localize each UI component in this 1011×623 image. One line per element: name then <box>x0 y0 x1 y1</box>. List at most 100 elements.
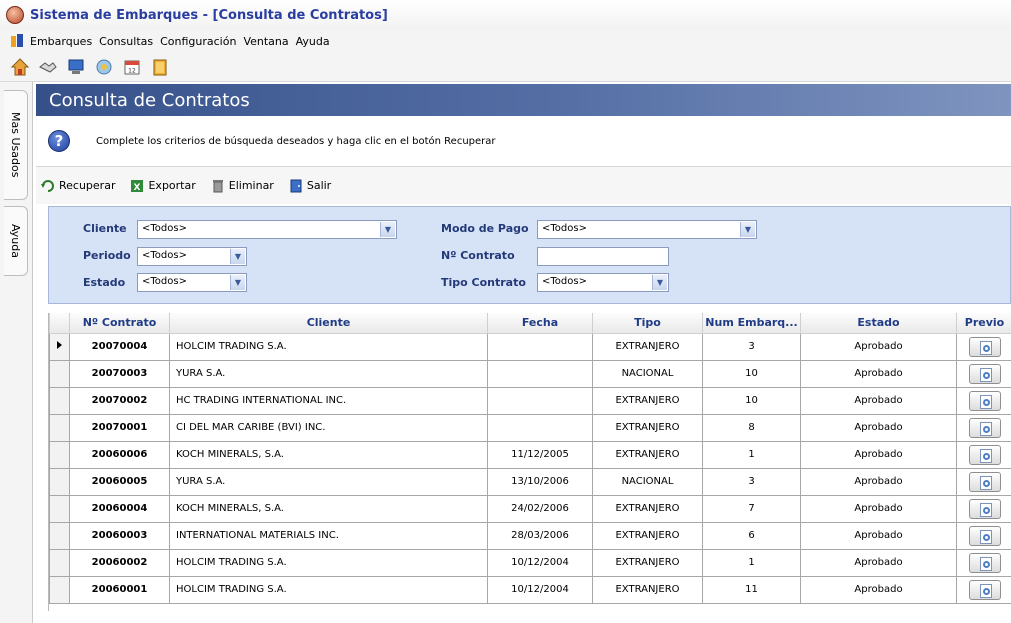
header-estado[interactable]: Estado <box>800 313 957 334</box>
row-selector[interactable] <box>49 494 70 523</box>
preview-button[interactable] <box>968 579 1001 600</box>
magnifier-icon <box>982 425 990 433</box>
cell-tipo: EXTRANJERO <box>592 440 703 469</box>
table-row[interactable]: 20060001 HOLCIM TRADING S.A. 10/12/2004 … <box>49 575 1011 604</box>
preview-button[interactable] <box>968 498 1001 519</box>
cell-fecha <box>487 359 593 388</box>
chevron-down-icon[interactable]: ▼ <box>230 249 245 264</box>
table-row[interactable]: 20060006 KOCH MINERALS, S.A. 11/12/2005 … <box>49 440 1011 469</box>
row-selector[interactable] <box>49 359 70 388</box>
salir-label: Salir <box>306 179 332 192</box>
header-embarques[interactable]: Num Embarq... <box>702 313 801 334</box>
nro-contrato-input[interactable] <box>537 247 669 266</box>
cell-fecha: 13/10/2006 <box>487 467 593 496</box>
cell-fecha <box>487 413 593 442</box>
row-selector[interactable] <box>49 440 70 469</box>
cell-tipo: NACIONAL <box>592 359 703 388</box>
salir-button[interactable]: Salir <box>288 178 331 194</box>
header-cliente[interactable]: Cliente <box>169 313 488 334</box>
modo-pago-select[interactable]: <Todos> ▼ <box>537 220 757 239</box>
chevron-down-icon[interactable]: ▼ <box>380 222 395 237</box>
toolbar: 12 <box>0 52 1011 82</box>
home-icon[interactable] <box>10 57 30 77</box>
table-row[interactable]: 20060005 YURA S.A. 13/10/2006 NACIONAL 3… <box>49 467 1011 496</box>
gear-globe-icon[interactable] <box>94 57 114 77</box>
menu-configuracion[interactable]: Configuración <box>160 35 236 48</box>
tipo-contrato-select[interactable]: <Todos> ▼ <box>537 273 669 292</box>
row-selector[interactable] <box>49 413 70 442</box>
cell-previo <box>956 494 1011 523</box>
calendar-icon[interactable]: 12 <box>122 57 142 77</box>
cell-fecha: 24/02/2006 <box>487 494 593 523</box>
table-row[interactable]: 20070003 YURA S.A. NACIONAL 10 Aprobado <box>49 359 1011 388</box>
preview-button[interactable] <box>968 363 1001 384</box>
preview-button[interactable] <box>968 336 1001 357</box>
cell-embarques: 6 <box>702 521 801 550</box>
table-row[interactable]: 20070002 HC TRADING INTERNATIONAL INC. E… <box>49 386 1011 415</box>
cell-embarques: 10 <box>702 359 801 388</box>
chevron-down-icon[interactable]: ▼ <box>230 275 245 290</box>
cell-embarques: 1 <box>702 548 801 577</box>
cell-cliente: HC TRADING INTERNATIONAL INC. <box>169 386 488 415</box>
menu-ayuda[interactable]: Ayuda <box>296 35 330 48</box>
row-selector[interactable] <box>49 467 70 496</box>
preview-button[interactable] <box>968 471 1001 492</box>
notebook-icon[interactable] <box>150 57 170 77</box>
chevron-down-icon[interactable]: ▼ <box>740 222 755 237</box>
side-panel: Mas Usados Ayuda <box>0 82 33 623</box>
cell-contrato: 20060005 <box>69 467 170 496</box>
row-selector[interactable] <box>49 386 70 415</box>
cell-embarques: 3 <box>702 332 801 361</box>
cell-cliente: KOCH MINERALS, S.A. <box>169 494 488 523</box>
recuperar-button[interactable]: Recuperar <box>40 178 115 194</box>
header-previo[interactable]: Previo <box>956 313 1011 334</box>
row-selector[interactable] <box>49 548 70 577</box>
preview-button[interactable] <box>968 444 1001 465</box>
table-row[interactable]: 20070001 CI DEL MAR CARIBE (BVI) INC. EX… <box>49 413 1011 442</box>
preview-button[interactable] <box>968 552 1001 573</box>
row-selector[interactable] <box>49 332 70 361</box>
header-contrato[interactable]: Nº Contrato <box>69 313 170 334</box>
table-row[interactable]: 20060003 INTERNATIONAL MATERIALS INC. 28… <box>49 521 1011 550</box>
exportar-button[interactable]: X Exportar <box>129 178 196 194</box>
table-row[interactable]: 20060002 HOLCIM TRADING S.A. 10/12/2004 … <box>49 548 1011 577</box>
preview-button[interactable] <box>968 417 1001 438</box>
modo-pago-label: Modo de Pago <box>441 222 529 235</box>
magnifier-icon <box>982 398 990 406</box>
side-tab-ayuda[interactable]: Ayuda <box>4 206 28 276</box>
cell-cliente: KOCH MINERALS, S.A. <box>169 440 488 469</box>
estado-select[interactable]: <Todos> ▼ <box>137 273 247 292</box>
cell-tipo: EXTRANJERO <box>592 332 703 361</box>
header-fecha[interactable]: Fecha <box>487 313 593 334</box>
eliminar-button[interactable]: Eliminar <box>210 178 274 194</box>
cell-fecha <box>487 332 593 361</box>
header-tipo[interactable]: Tipo <box>592 313 703 334</box>
cell-fecha <box>487 386 593 415</box>
cell-estado: Aprobado <box>800 413 957 442</box>
filter-panel: Cliente <Todos> ▼ Periodo <Todos> ▼ Esta… <box>48 206 1011 304</box>
preview-button[interactable] <box>968 390 1001 411</box>
preview-button[interactable] <box>968 525 1001 546</box>
cliente-select-value: <Todos> <box>142 223 187 234</box>
handshake-icon[interactable] <box>38 57 58 77</box>
cell-contrato: 20060004 <box>69 494 170 523</box>
magnifier-icon <box>982 371 990 379</box>
menu-consultas[interactable]: Consultas <box>99 35 153 48</box>
side-tab-mas-usados[interactable]: Mas Usados <box>4 90 28 200</box>
row-selector[interactable] <box>49 575 70 604</box>
cell-contrato: 20070001 <box>69 413 170 442</box>
cell-previo <box>956 413 1011 442</box>
svg-text:X: X <box>134 183 141 193</box>
menu-embarques[interactable]: Embarques <box>30 35 92 48</box>
chevron-down-icon[interactable]: ▼ <box>652 275 667 290</box>
row-selector[interactable] <box>49 521 70 550</box>
computer-icon[interactable] <box>66 57 86 77</box>
cliente-select[interactable]: <Todos> ▼ <box>137 220 397 239</box>
menu-ventana[interactable]: Ventana <box>243 35 288 48</box>
cell-estado: Aprobado <box>800 359 957 388</box>
estado-select-value: <Todos> <box>142 276 187 287</box>
periodo-select[interactable]: <Todos> ▼ <box>137 247 247 266</box>
app-menu-icon[interactable] <box>10 34 24 48</box>
table-row[interactable]: 20060004 KOCH MINERALS, S.A. 24/02/2006 … <box>49 494 1011 523</box>
table-row[interactable]: 20070004 HOLCIM TRADING S.A. EXTRANJERO … <box>49 332 1011 361</box>
